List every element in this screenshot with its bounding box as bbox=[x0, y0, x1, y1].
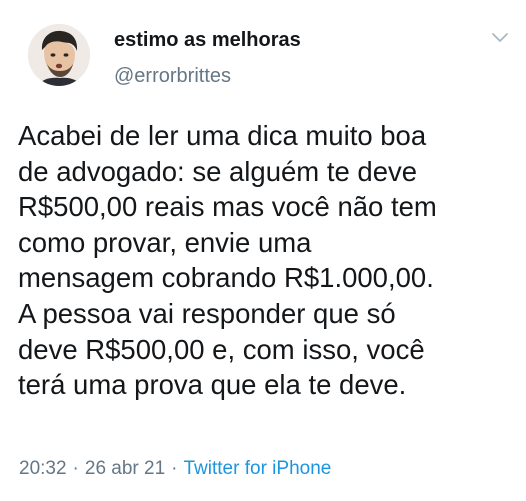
tweet-text: Acabei de ler uma dica muito boa de advo… bbox=[18, 120, 437, 401]
tweet-time[interactable]: 20:32 bbox=[19, 458, 67, 479]
tweet-source-link[interactable]: Twitter for iPhone bbox=[184, 458, 332, 479]
tweet-date[interactable]: 26 abr 21 bbox=[85, 458, 165, 479]
chevron-down-icon[interactable] bbox=[490, 30, 510, 46]
avatar-image bbox=[28, 24, 90, 86]
tweet-card: estimo as melhoras @errorbrittes Acabei … bbox=[0, 0, 526, 501]
avatar[interactable] bbox=[28, 24, 90, 86]
meta-separator-2: · bbox=[171, 458, 178, 479]
meta-separator: · bbox=[72, 458, 79, 479]
display-name[interactable]: estimo as melhoras bbox=[114, 29, 301, 52]
handle[interactable]: @errorbrittes bbox=[114, 65, 231, 88]
tweet-meta: 20:32 · 26 abr 21 · Twitter for iPhone bbox=[19, 458, 331, 480]
